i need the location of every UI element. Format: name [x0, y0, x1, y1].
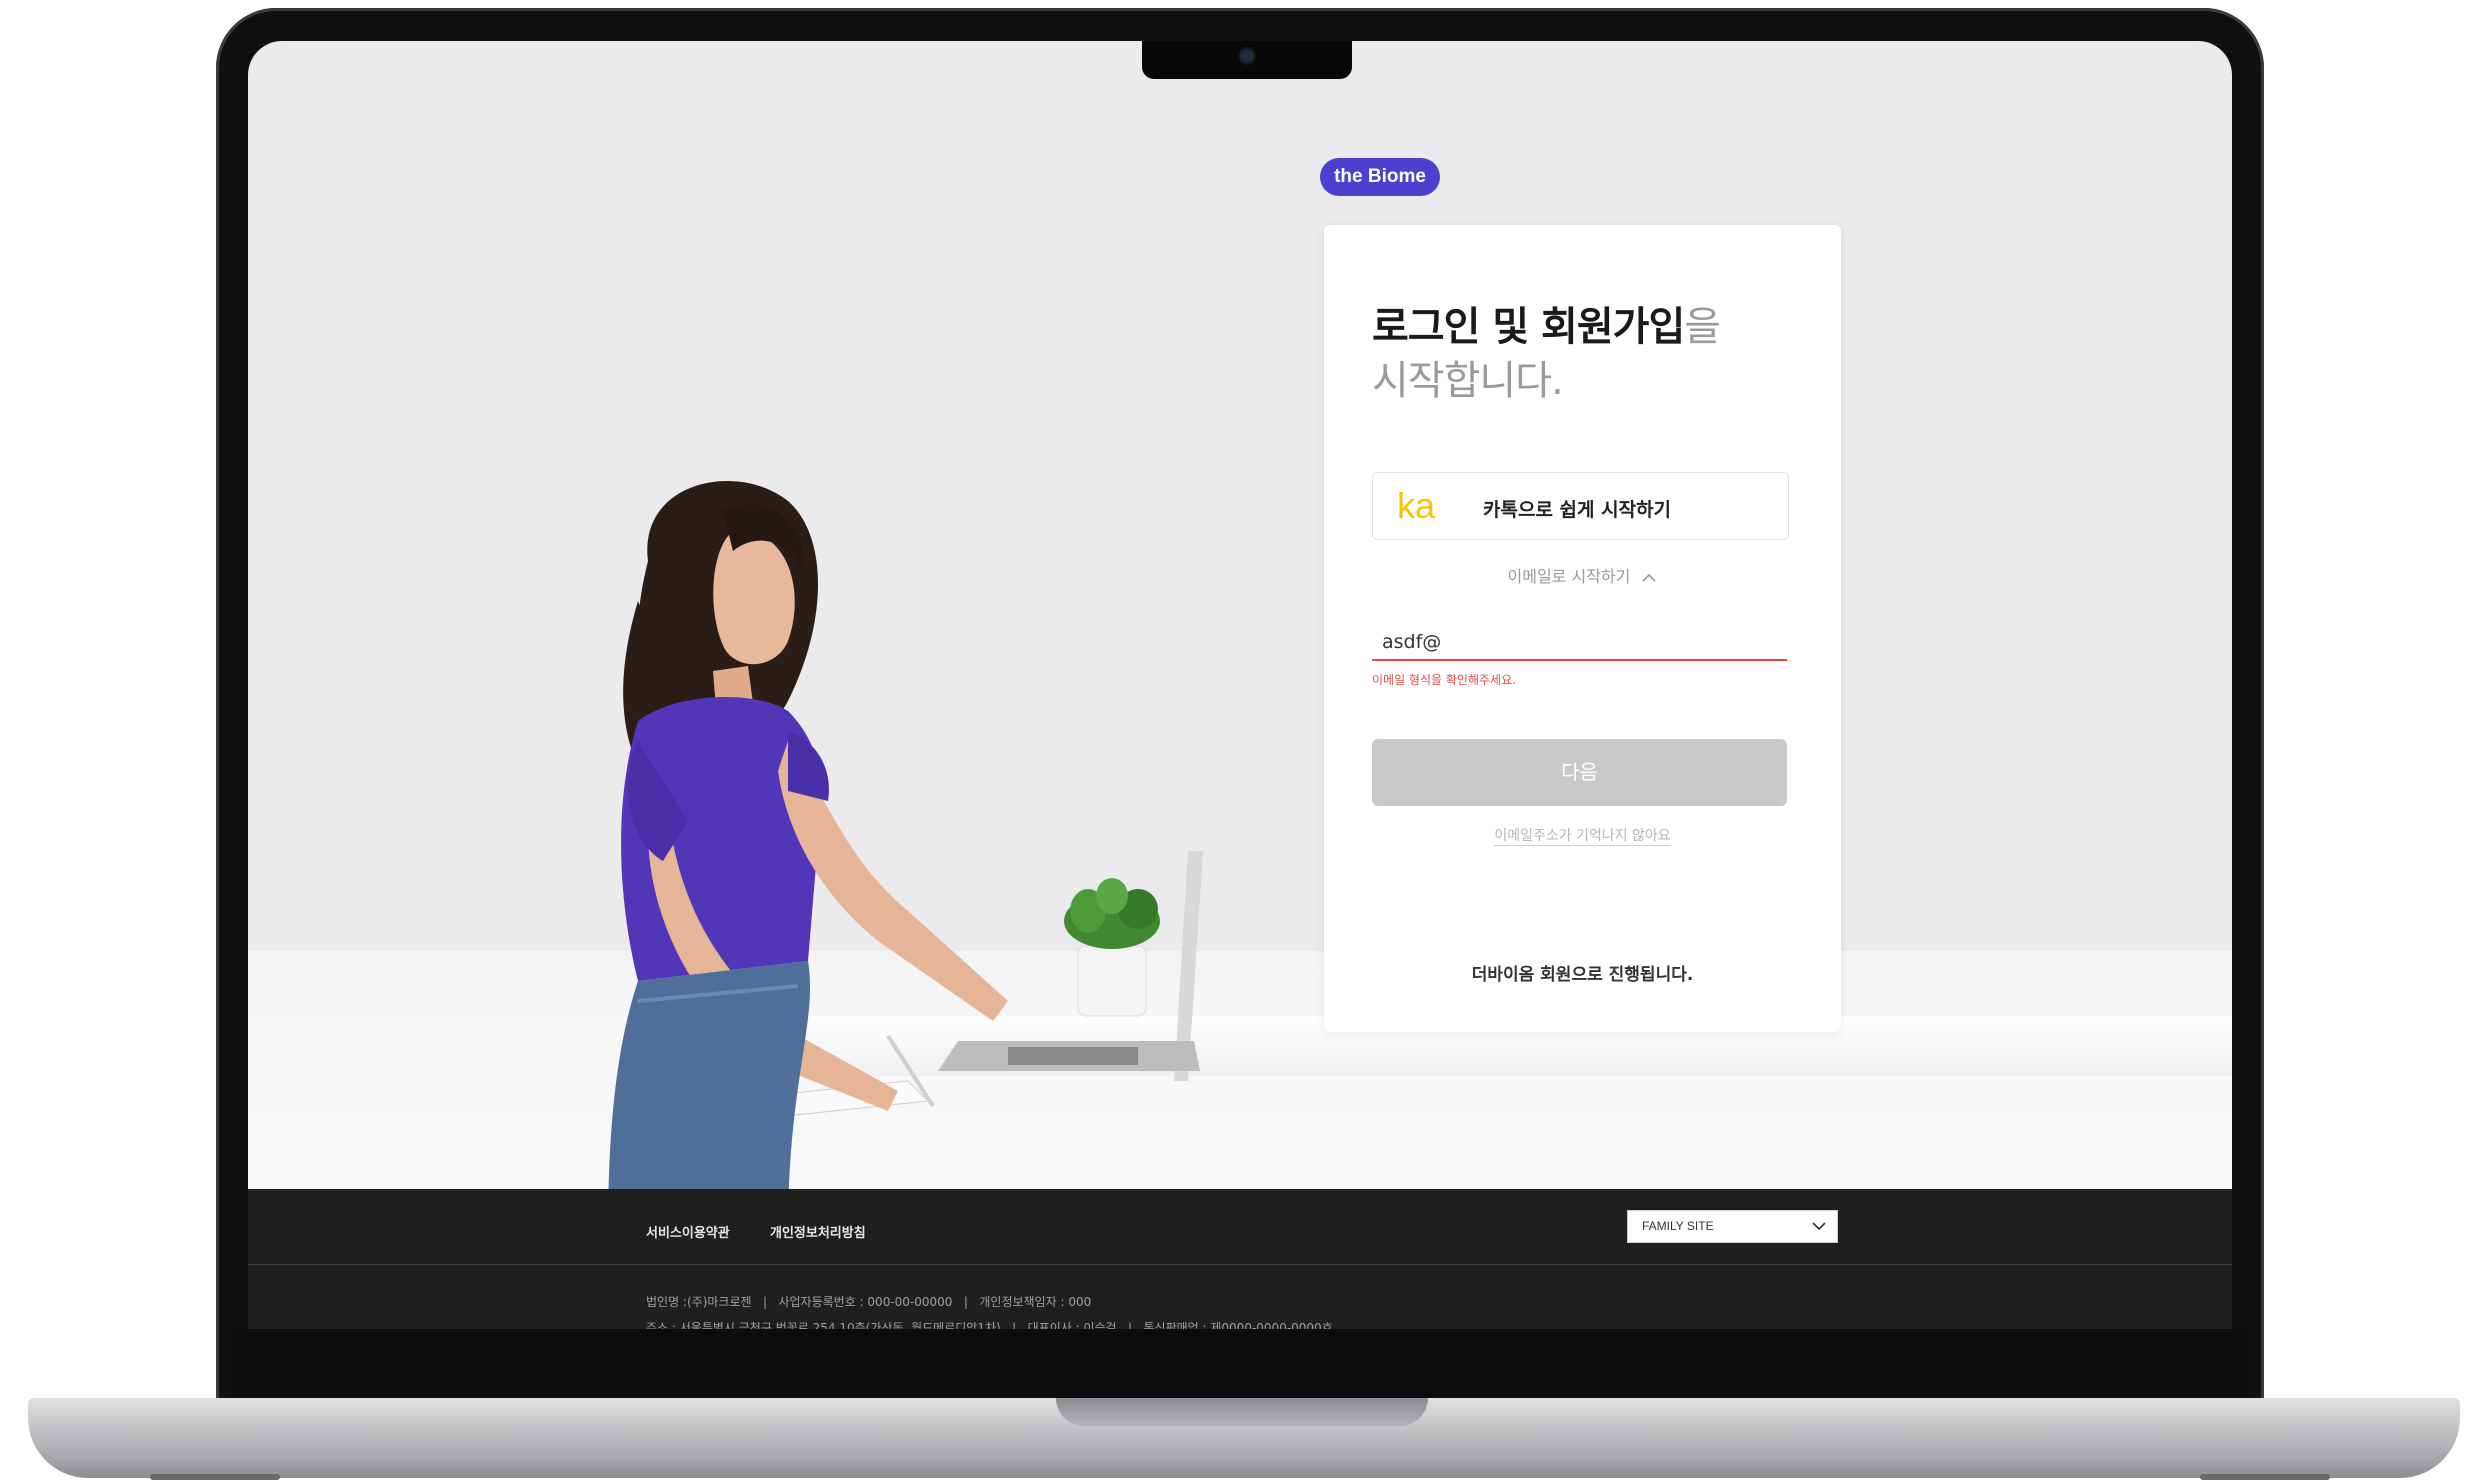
terms-link[interactable]: 서비스이용약관 — [646, 1222, 730, 1241]
member-note: 더바이옴 회원으로 진행됩니다. — [1471, 965, 1694, 985]
kakao-login-label: 카톡으로 쉽게 시작하기 — [1483, 499, 1672, 521]
plant-icon — [1064, 878, 1160, 949]
privacy-policy-link[interactable]: 개인정보처리방침 — [770, 1222, 866, 1241]
laptop-base-notch — [1056, 1398, 1428, 1426]
family-site-label: FAMILY SITE — [1642, 1219, 1714, 1233]
footer: 서비스이용약관 개인정보처리방침 FAMILY SITE 법인명 :(주)마크로… — [248, 1189, 2232, 1329]
next-button[interactable]: 다음 — [1372, 739, 1787, 806]
chevron-up-icon — [1642, 573, 1657, 582]
title-strong: 로그인 및 회원가입 — [1372, 304, 1685, 350]
footer-divider — [248, 1264, 2232, 1265]
screen-chin — [232, 1329, 2248, 1397]
family-site-select[interactable]: FAMILY SITE — [1627, 1210, 1838, 1243]
forgot-email-label: 이메일주소가 기억나지 않아요 — [1494, 828, 1671, 846]
title-particle: 을 — [1684, 304, 1721, 350]
company-address: 주소 : 서울특별시 금천구 벚꽃로 254 10층(가산동, 월드메르디앙1차… — [646, 1321, 1333, 1329]
laptop-mockup: the Biome 로그인 및 회원가입을 시작합니다. ka 카톡으로 쉽게 … — [0, 0, 2477, 1481]
kakao-login-button[interactable]: ka 카톡으로 쉽게 시작하기 — [1372, 472, 1789, 540]
camera-notch — [1142, 41, 1352, 79]
forgot-email-link[interactable]: 이메일주소가 기억나지 않아요 — [1324, 825, 1841, 846]
login-card: 로그인 및 회원가입을 시작합니다. ka 카톡으로 쉽게 시작하기 이메일로 … — [1324, 225, 1841, 1032]
hero-illustration — [608, 481, 1203, 1231]
brand-logo[interactable]: the Biome — [1320, 158, 1440, 196]
kakao-icon: ka — [1397, 485, 1436, 526]
email-login-toggle-label: 이메일로 시작하기 — [1507, 567, 1631, 586]
title-line2: 시작합니다. — [1372, 358, 1564, 404]
email-login-toggle[interactable]: 이메일로 시작하기 — [1324, 563, 1841, 587]
screen: the Biome 로그인 및 회원가입을 시작합니다. ka 카톡으로 쉽게 … — [248, 41, 2232, 1329]
email-error-message: 이메일 형식을 확인해주세요. — [1372, 673, 1516, 687]
camera-icon — [1240, 49, 1254, 63]
company-info: 법인명 :(주)마크로젠 | 사업자등록번호 : 000-00-00000 | … — [646, 1295, 1092, 1309]
chevron-down-icon — [1812, 1222, 1826, 1231]
laptop-foot-left — [150, 1474, 280, 1480]
page-title: 로그인 및 회원가입을 시작합니다. — [1372, 300, 1812, 408]
laptop-foot-right — [2200, 1474, 2330, 1480]
email-input[interactable] — [1372, 625, 1787, 661]
